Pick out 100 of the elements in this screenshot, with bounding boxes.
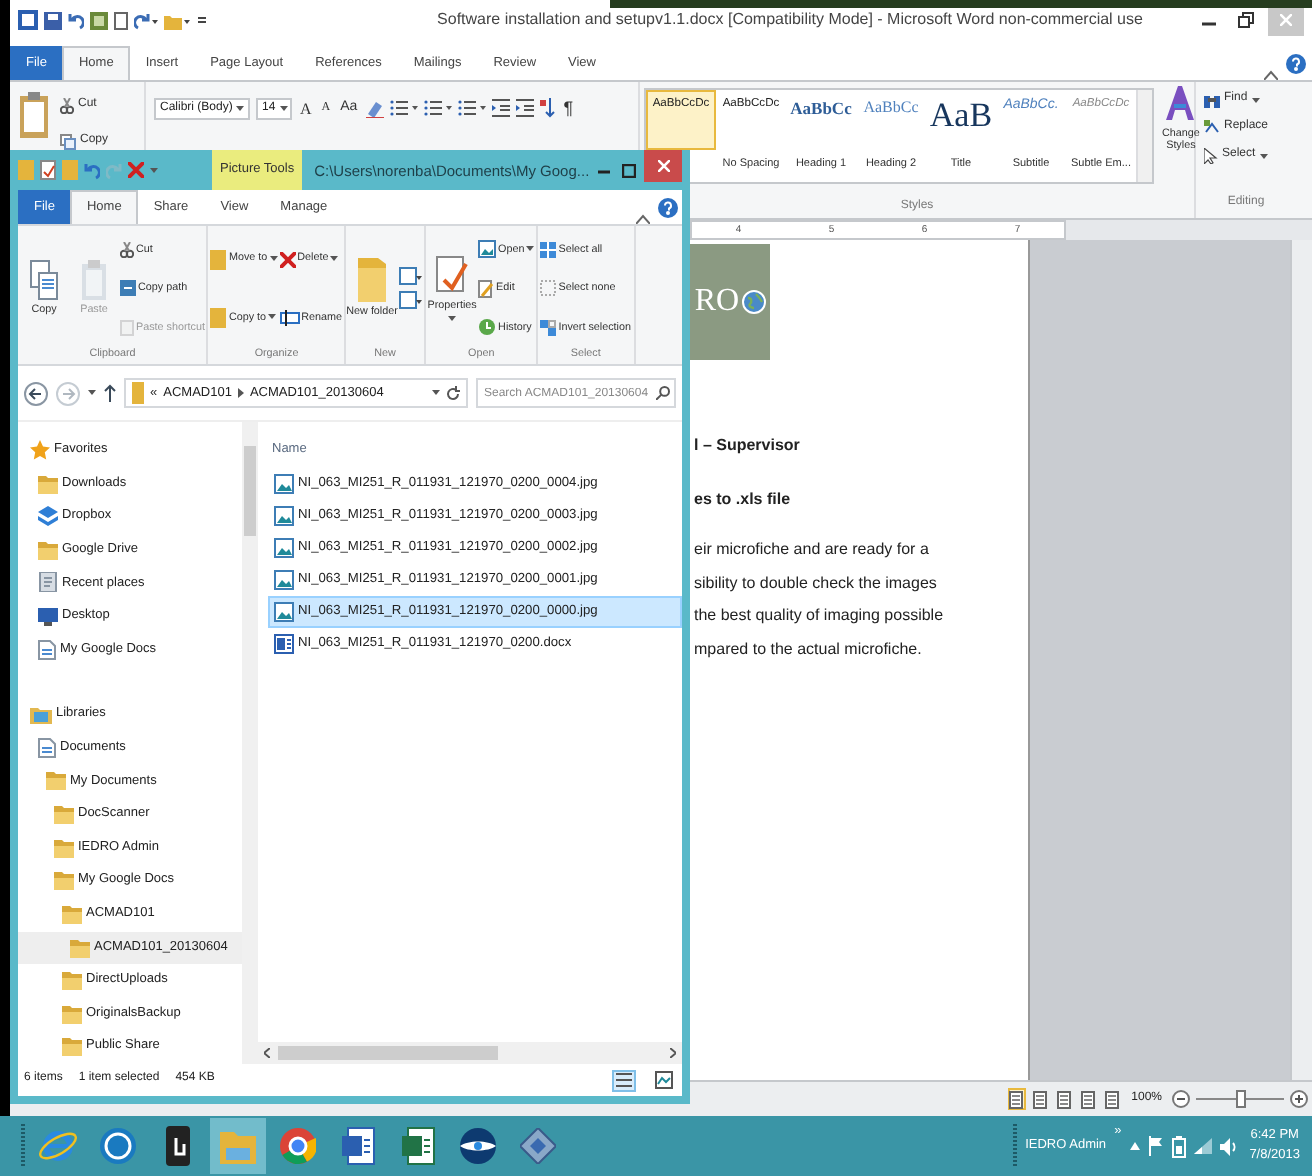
replace-icon [1204, 120, 1220, 136]
properties-icon [436, 255, 469, 296]
save-icon[interactable] [44, 11, 62, 29]
delete-icon [279, 251, 296, 268]
zoom-out-icon[interactable] [1172, 1090, 1190, 1108]
document-heading: es to .xls file [692, 489, 793, 509]
folder-icon [54, 870, 74, 891]
signal-icon[interactable] [1193, 1138, 1212, 1154]
speaker-icon[interactable] [1219, 1137, 1238, 1155]
vertical-scrollbar[interactable] [1290, 240, 1312, 1080]
folder-icon [38, 473, 58, 494]
collapse-ribbon-icon[interactable] [636, 214, 650, 224]
image-file-icon [478, 240, 497, 259]
new-item-icons-drawing[interactable] [398, 266, 423, 311]
scissors-icon [60, 98, 74, 114]
binoculars-icon [1204, 92, 1220, 108]
copy-path-icon [120, 280, 136, 297]
folder-icon [62, 903, 82, 924]
open-folder-icon[interactable] [164, 11, 190, 29]
refresh-icon[interactable] [446, 385, 460, 401]
recent-places-icon [38, 572, 58, 593]
grip-icon [1011, 1124, 1018, 1168]
details-view-icon [614, 1070, 634, 1090]
copy-icon [60, 134, 76, 150]
folder-icon [62, 970, 82, 991]
clipboard-icon [80, 260, 108, 301]
increase-indent-icon[interactable] [515, 98, 534, 119]
battery-icon[interactable] [1171, 1135, 1186, 1157]
view-button[interactable] [1007, 1088, 1026, 1110]
folder-icon [54, 837, 74, 858]
view-button[interactable] [1103, 1088, 1122, 1110]
eye-logo-icon [458, 1128, 498, 1164]
thumbnails-view-icon [654, 1070, 674, 1090]
view-button[interactable] [612, 1069, 636, 1091]
horizontal-scrollbar[interactable] [258, 1042, 682, 1064]
customize-icon[interactable] [196, 11, 208, 29]
properties-icon[interactable] [40, 160, 56, 180]
undo-icon[interactable] [68, 11, 84, 29]
show-formatting-button[interactable]: ¶ [561, 96, 576, 122]
folder-icon [54, 804, 74, 825]
view-button[interactable] [1055, 1088, 1074, 1110]
browser-icon [38, 1126, 78, 1166]
numbering-icon[interactable] [423, 98, 452, 119]
folder-icon [70, 937, 90, 958]
paste-button[interactable] [16, 88, 52, 140]
caret-icon[interactable] [150, 167, 158, 173]
clear-formatting-icon[interactable] [365, 99, 384, 118]
scrollbar-thumb[interactable] [278, 1046, 498, 1060]
view-button[interactable] [1079, 1088, 1098, 1110]
folder-icon [62, 1003, 82, 1024]
document-text-line: eir microfiche and are ready for a [692, 540, 931, 560]
decrease-indent-icon[interactable] [491, 98, 510, 119]
scrollbar-thumb[interactable] [244, 446, 256, 536]
vertical-scrollbar[interactable] [242, 422, 258, 1064]
view-button[interactable] [652, 1069, 676, 1091]
show-hidden-icons-icon[interactable] [1129, 1142, 1140, 1150]
slider-thumb[interactable] [1236, 1090, 1246, 1108]
flag-icon[interactable] [1147, 1136, 1164, 1156]
collapse-ribbon-icon[interactable] [1264, 70, 1278, 80]
document-icon [340, 1126, 376, 1166]
help-icon[interactable] [1286, 54, 1306, 74]
up-icon[interactable] [104, 384, 116, 402]
new-document-icon[interactable] [114, 11, 128, 29]
image-file-icon [274, 473, 294, 494]
restore-icon [1238, 12, 1254, 28]
select-all-icon [540, 241, 557, 258]
folder-icon [132, 382, 144, 404]
print-preview-icon[interactable] [90, 11, 108, 29]
redo-icon[interactable] [134, 11, 158, 29]
back-icon[interactable] [24, 381, 48, 405]
caret-icon [1251, 97, 1260, 103]
document-heading: l – Supervisor [692, 436, 802, 456]
desktop-icon [38, 606, 58, 627]
grow-font-button[interactable]: A [298, 97, 314, 121]
zoom-in-icon[interactable] [1290, 1090, 1308, 1108]
image-file-icon [274, 505, 294, 526]
chevron-icon [237, 388, 244, 398]
paste-shortcut-icon [120, 319, 134, 336]
view-button[interactable] [1031, 1088, 1050, 1110]
spreadsheet-icon [400, 1126, 436, 1166]
close-icon [1280, 14, 1292, 26]
invert-selection-icon [540, 319, 557, 336]
page-view-icon [1104, 1089, 1121, 1109]
page-view-icon [1080, 1089, 1097, 1109]
folder-icon [38, 539, 58, 560]
document-text-line: the best quality of imaging possible [692, 606, 946, 626]
caret-icon[interactable] [88, 390, 96, 396]
folder-icon [18, 160, 34, 180]
folder-icon [210, 249, 227, 270]
help-icon[interactable] [658, 198, 678, 218]
document-file-icon [274, 633, 294, 654]
bullets-icon[interactable] [389, 98, 418, 119]
sort-icon[interactable] [539, 98, 556, 119]
multilevel-list-icon[interactable] [457, 98, 486, 119]
cursor-icon [1204, 148, 1218, 164]
logo-text: RO [694, 286, 740, 318]
caret-icon[interactable] [432, 390, 440, 396]
chrome-icon [280, 1128, 316, 1164]
gallery-scrollbar[interactable] [1136, 90, 1152, 182]
page-view-icon [1032, 1089, 1049, 1109]
